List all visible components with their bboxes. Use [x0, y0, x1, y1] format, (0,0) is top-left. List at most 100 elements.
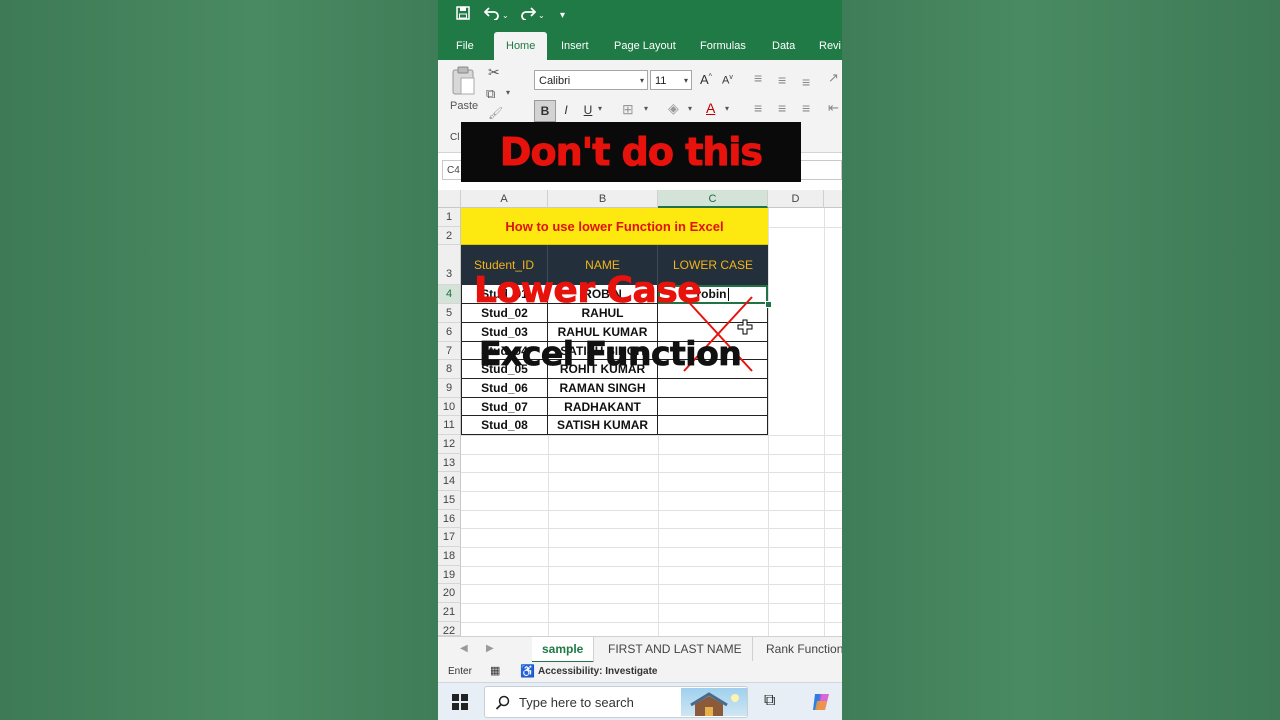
fill-color-dropdown-icon[interactable]: ▾	[688, 104, 692, 113]
underline-dropdown-icon[interactable]: ▾	[598, 104, 602, 113]
row-header[interactable]: 5	[438, 304, 461, 323]
tab-page-layout[interactable]: Page Layout	[614, 32, 676, 60]
tab-review[interactable]: Revi	[819, 32, 841, 60]
align-middle-icon[interactable]: ≡	[778, 72, 786, 88]
gridline	[461, 472, 842, 473]
bold-button[interactable]: B	[534, 100, 556, 122]
row-header[interactable]: 12	[438, 435, 461, 454]
indent-icon[interactable]: ⇤	[828, 100, 839, 116]
row-header[interactable]: 2	[438, 227, 461, 245]
row-header[interactable]: 22	[438, 622, 461, 636]
column-header-b[interactable]: B	[548, 190, 658, 208]
align-top-icon[interactable]: ≡	[754, 70, 762, 86]
row-header[interactable]: 14	[438, 472, 461, 491]
accessibility-icon[interactable]: ♿	[520, 664, 535, 678]
tab-insert[interactable]: Insert	[561, 32, 589, 60]
cell-cursor-icon	[737, 319, 753, 335]
shrink-font-button[interactable]: Av	[722, 74, 733, 87]
copilot-icon[interactable]	[810, 691, 832, 713]
customize-toolbar-icon[interactable]: ▾	[560, 6, 565, 26]
table-cell-name[interactable]: RAMAN SINGH	[548, 379, 658, 398]
macro-record-icon[interactable]: ▦	[490, 664, 500, 677]
tab-file[interactable]: File	[456, 32, 474, 60]
fill-handle[interactable]	[765, 301, 772, 308]
align-center-icon[interactable]: ≡	[778, 100, 786, 116]
copy-dropdown-icon[interactable]: ▾	[506, 88, 510, 97]
orientation-icon[interactable]: ↗	[828, 70, 839, 86]
sheet-scroll-right-icon[interactable]: ▶	[486, 643, 494, 654]
borders-dropdown-icon[interactable]: ▾	[644, 104, 648, 113]
sheet-tab-sample[interactable]: sample	[532, 637, 595, 663]
table-cell-id[interactable]: Stud_07	[461, 398, 548, 416]
redo-dropdown-icon[interactable]: ⌄	[538, 6, 545, 26]
spreadsheet-grid[interactable]: A B C D 1 2 3 4 5 6 7 8 9 10 11 12 13 14…	[438, 190, 842, 636]
table-title[interactable]: How to use lower Function in Excel	[461, 208, 768, 245]
windows-start-icon[interactable]	[452, 694, 468, 710]
row-header[interactable]: 4	[438, 285, 461, 304]
table-cell-name[interactable]: RADHAKANT	[548, 398, 658, 416]
row-header[interactable]: 17	[438, 528, 461, 547]
title-bar: ⌄ ⌄ ▾	[438, 0, 842, 32]
row-header[interactable]: 20	[438, 584, 461, 603]
sheet-tab-rank-function[interactable]: Rank Function	[756, 637, 842, 661]
align-left-icon[interactable]: ≡	[754, 100, 762, 116]
font-size-select[interactable]: 11 ▾	[650, 70, 692, 90]
font-name-select[interactable]: Calibri ▾	[534, 70, 648, 90]
row-header[interactable]: 8	[438, 360, 461, 379]
taskbar-search-box[interactable]: Type here to search	[484, 686, 748, 718]
table-cell-id[interactable]: Stud_06	[461, 379, 548, 398]
task-view-icon[interactable]: ⧉	[764, 692, 775, 710]
row-header[interactable]: 13	[438, 454, 461, 472]
formula-bar[interactable]	[798, 160, 842, 180]
fill-color-icon[interactable]: ◈	[668, 100, 679, 117]
column-header-c[interactable]: C	[658, 190, 768, 208]
table-cell-lower[interactable]	[658, 379, 768, 398]
font-color-dropdown-icon[interactable]: ▾	[725, 104, 729, 113]
tab-data[interactable]: Data	[772, 32, 795, 60]
paste-icon	[452, 66, 475, 95]
row-header[interactable]: 6	[438, 323, 461, 342]
redo-icon[interactable]	[520, 6, 537, 26]
sheet-tab-bar: ◀ ▶ sample FIRST AND LAST NAME Rank Func…	[438, 636, 842, 663]
paste-button[interactable]: Paste	[450, 66, 480, 116]
sheet-tab-first-and-last-name[interactable]: FIRST AND LAST NAME	[598, 637, 753, 661]
table-cell-lower[interactable]	[658, 398, 768, 416]
italic-button[interactable]: I	[556, 100, 576, 120]
tab-home[interactable]: Home	[494, 32, 548, 60]
table-cell-lower[interactable]	[658, 416, 768, 435]
font-color-button[interactable]: A	[706, 100, 715, 116]
underline-button[interactable]: U	[578, 100, 598, 120]
column-header-e[interactable]	[824, 190, 842, 208]
row-header[interactable]: 1	[438, 208, 461, 227]
row-header[interactable]: 19	[438, 566, 461, 584]
row-header[interactable]: 3	[438, 245, 461, 285]
undo-dropdown-icon[interactable]: ⌄	[502, 6, 509, 26]
row-header[interactable]: 16	[438, 510, 461, 528]
table-cell-name[interactable]: SATISH KUMAR	[548, 416, 658, 435]
row-header[interactable]: 10	[438, 398, 461, 416]
format-painter-icon[interactable]: 🖌	[488, 106, 503, 120]
row-header[interactable]: 11	[438, 416, 461, 435]
tab-formulas[interactable]: Formulas	[700, 32, 746, 60]
row-header[interactable]: 7	[438, 342, 461, 360]
gridline	[461, 435, 842, 436]
font-size-value: 11	[655, 75, 667, 87]
cut-icon[interactable]: ✂	[488, 64, 500, 81]
accessibility-status[interactable]: Accessibility: Investigate	[538, 666, 658, 677]
table-cell-id[interactable]: Stud_08	[461, 416, 548, 435]
copy-icon[interactable]: ⧉	[486, 86, 495, 102]
undo-icon[interactable]	[483, 6, 500, 26]
align-right-icon[interactable]: ≡	[802, 100, 810, 116]
row-header[interactable]: 15	[438, 491, 461, 510]
grow-font-button[interactable]: A^	[700, 72, 712, 87]
row-header[interactable]: 21	[438, 603, 461, 622]
sheet-scroll-left-icon[interactable]: ◀	[460, 643, 468, 654]
align-bottom-icon[interactable]: ≡	[802, 74, 810, 90]
borders-icon[interactable]: ⊞	[622, 101, 634, 118]
row-header[interactable]: 9	[438, 379, 461, 398]
column-header-d[interactable]: D	[768, 190, 824, 208]
column-header-a[interactable]: A	[461, 190, 548, 208]
select-all-corner[interactable]	[438, 190, 461, 208]
row-header[interactable]: 18	[438, 547, 461, 566]
save-icon[interactable]	[456, 6, 470, 26]
